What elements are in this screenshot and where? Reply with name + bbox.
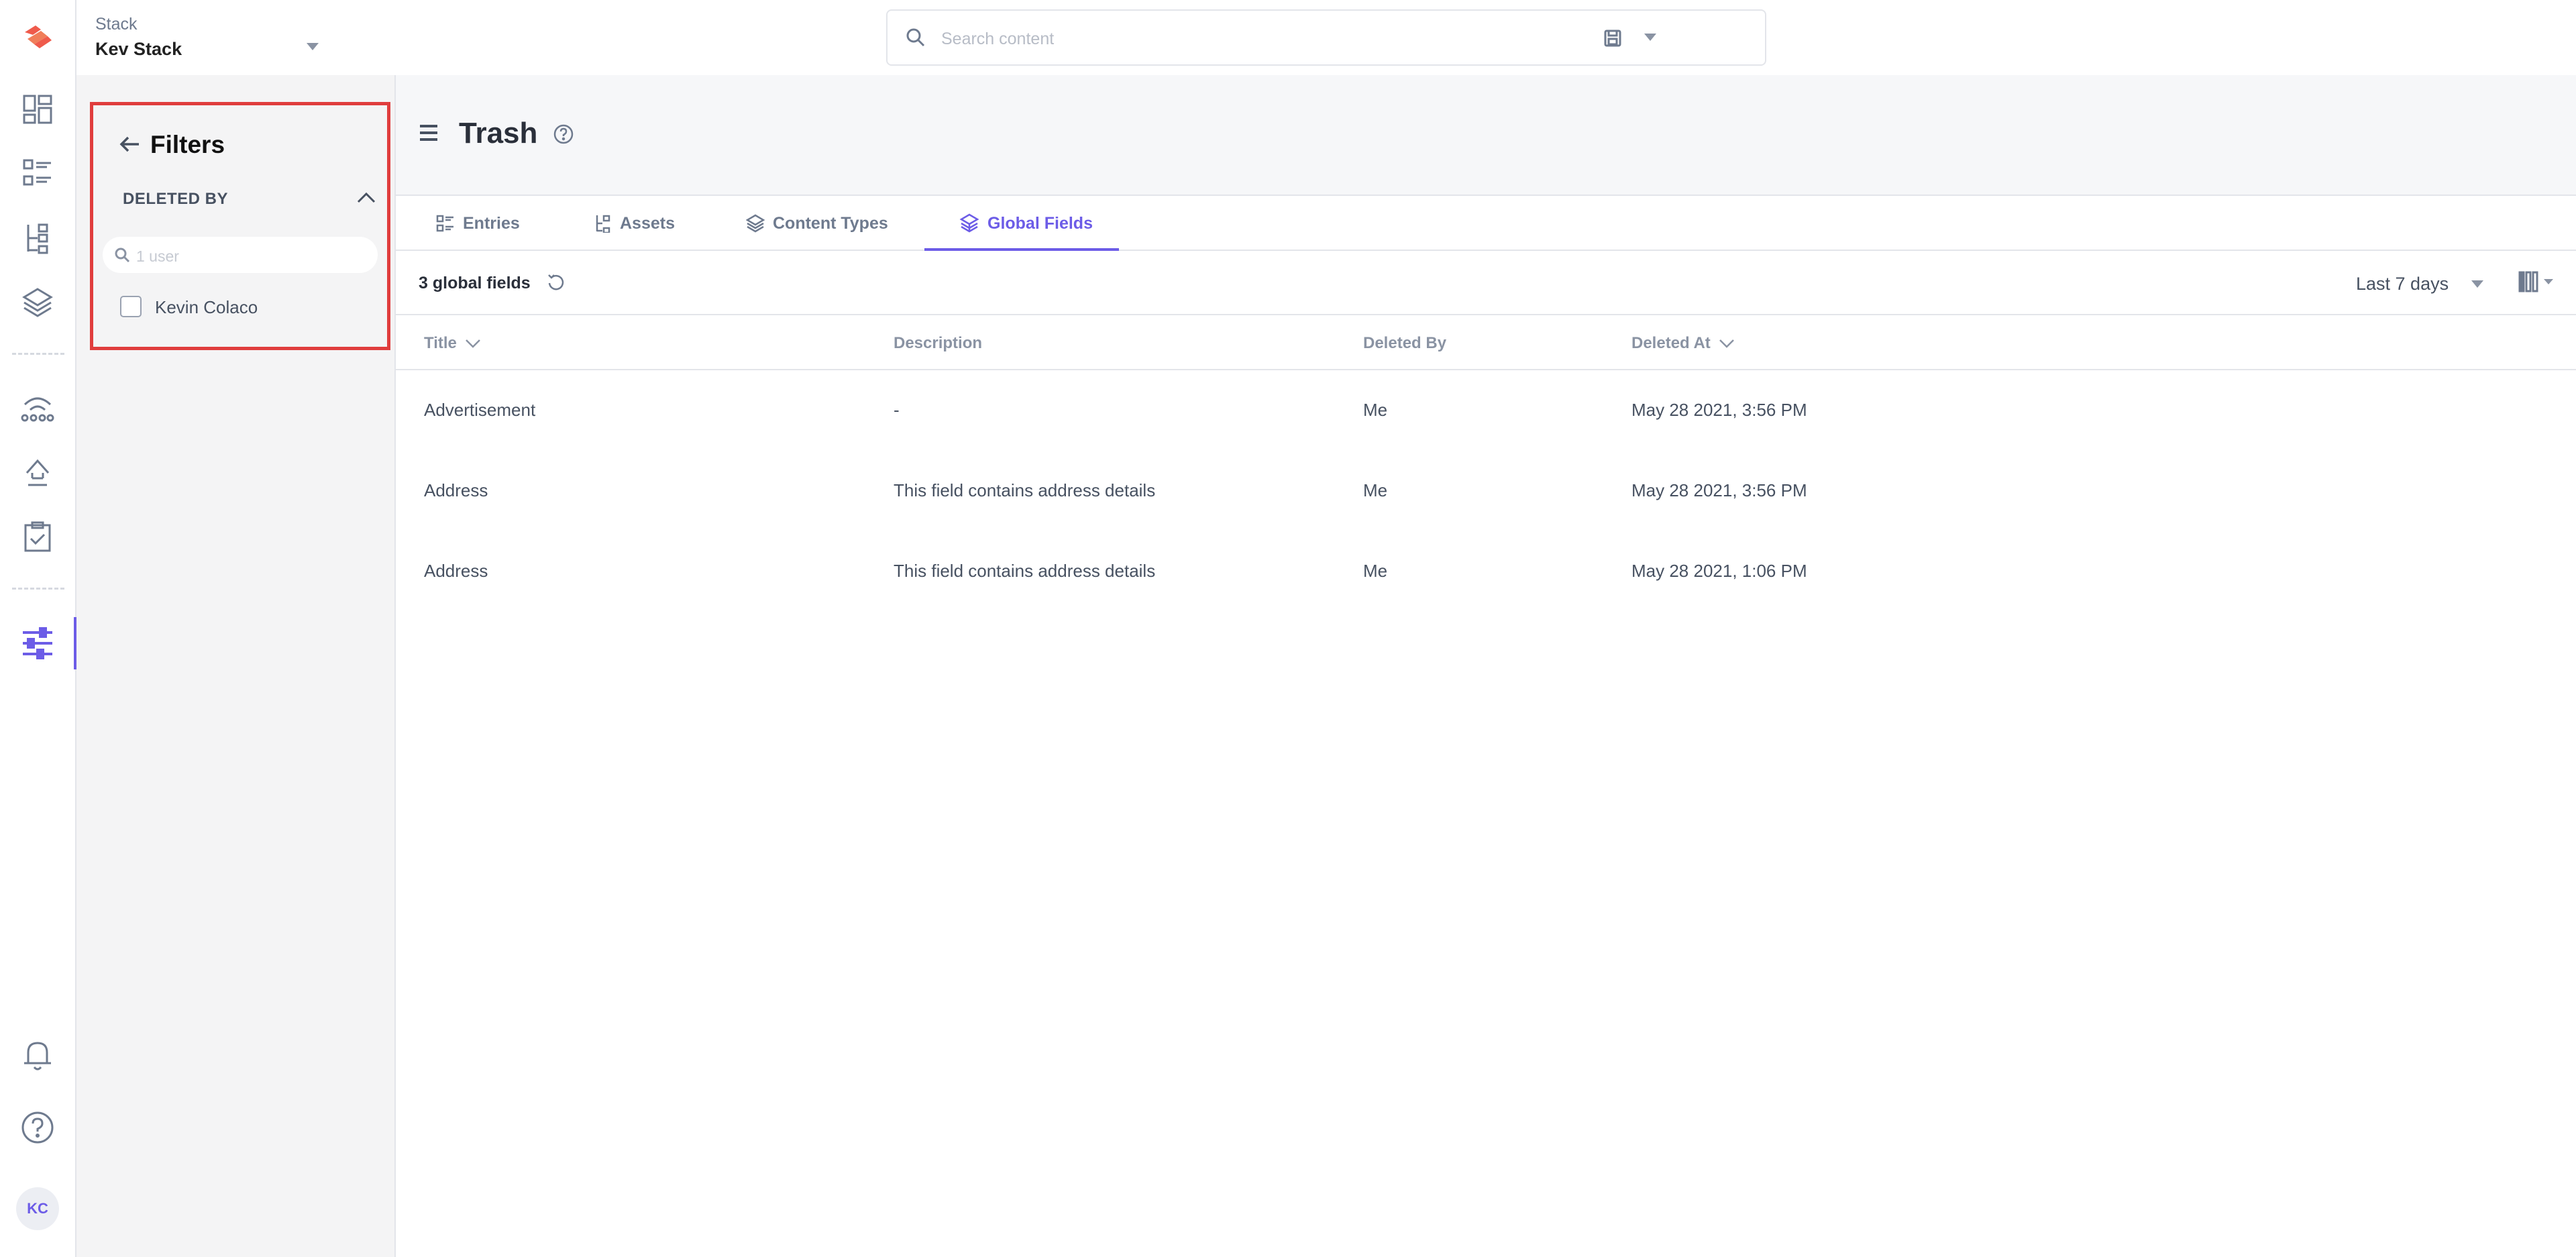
search-icon	[905, 27, 926, 48]
page-header: Trash	[396, 75, 2576, 195]
content-types-icon	[746, 214, 765, 233]
user-checkbox[interactable]	[120, 296, 142, 317]
column-settings-icon[interactable]	[2518, 271, 2556, 292]
user-checkbox-label[interactable]: Kevin Colaco	[155, 297, 258, 318]
tab-assets[interactable]: Assets	[593, 196, 675, 251]
cell-deleted-by: Me	[1363, 561, 1388, 581]
extensions-icon[interactable]	[18, 389, 57, 428]
table-row[interactable]: Address This field contains address deta…	[396, 531, 2576, 612]
deploy-arrow-icon[interactable]	[18, 453, 57, 492]
filter-section-heading: DELETED BY	[123, 190, 229, 208]
cell-description: This field contains address details	[894, 561, 1156, 581]
rail-divider	[12, 353, 64, 355]
tab-content-types[interactable]: Content Types	[746, 196, 888, 251]
cell-description: This field contains address details	[894, 480, 1156, 500]
rail-divider	[12, 588, 64, 590]
trash-tabs: Entries Assets Content Types Global Fiel…	[396, 195, 2576, 251]
table-row[interactable]: Address This field contains address deta…	[396, 451, 2576, 531]
tab-label: Entries	[463, 213, 520, 233]
page-title: Trash	[459, 117, 538, 150]
refresh-icon[interactable]	[546, 272, 566, 292]
left-rail: KC	[0, 0, 76, 1257]
filters-title: Filters	[150, 131, 225, 158]
tab-label: Global Fields	[987, 213, 1093, 233]
cell-title: Advertisement	[424, 400, 536, 420]
cell-deleted-by: Me	[1363, 480, 1388, 500]
contentstack-logo-icon[interactable]	[18, 17, 57, 56]
result-count: 3 global fields	[419, 274, 531, 292]
date-range-dropdown[interactable]: Last 7 days	[2356, 274, 2449, 294]
stack-layers-icon[interactable]	[18, 283, 57, 322]
table-row[interactable]: Advertisement - Me May 28 2021, 3:56 PM	[396, 370, 2576, 451]
cell-deleted-by: Me	[1363, 400, 1388, 420]
filters-panel: Filters DELETED BY 1 user Kevin Colaco	[76, 75, 396, 1257]
sort-chevron-icon[interactable]	[465, 339, 481, 348]
chevron-down-icon[interactable]	[2471, 280, 2483, 288]
stack-selector[interactable]: Kev Stack	[95, 39, 182, 60]
saved-search-icon[interactable]	[1603, 28, 1623, 48]
search-input[interactable]: Search content	[941, 30, 1054, 49]
assets-icon	[593, 214, 612, 233]
notifications-bell-icon[interactable]	[18, 1036, 57, 1075]
cell-title: Address	[424, 480, 488, 500]
tab-label: Assets	[620, 213, 675, 233]
chevron-down-icon[interactable]	[1644, 34, 1656, 42]
user-filter-search[interactable]: 1 user	[103, 237, 378, 273]
column-deleted-at[interactable]: Deleted At	[1631, 334, 1735, 353]
content-models-icon[interactable]	[18, 219, 57, 258]
table-header: Title Description Deleted By Deleted At	[396, 315, 2576, 370]
chevron-down-icon[interactable]	[307, 43, 319, 51]
cell-deleted-at: May 28 2021, 3:56 PM	[1631, 400, 1807, 420]
tasks-clipboard-icon[interactable]	[18, 518, 57, 557]
user-filter-input[interactable]: 1 user	[136, 248, 179, 266]
global-fields-icon	[959, 213, 979, 233]
search-icon	[113, 246, 131, 264]
chevron-up-icon[interactable]	[357, 191, 376, 203]
tab-entries[interactable]: Entries	[436, 196, 520, 251]
search-bar[interactable]: Search content	[886, 9, 1766, 66]
list-toolbar: 3 global fields Last 7 days	[396, 251, 2576, 315]
cell-deleted-at: May 28 2021, 3:56 PM	[1631, 480, 1807, 500]
tab-label: Content Types	[773, 213, 888, 233]
dashboard-icon[interactable]	[18, 90, 57, 129]
column-description: Description	[894, 334, 983, 352]
main-content: Trash Entries Assets Content Types Globa…	[396, 75, 2576, 1257]
entries-icon	[436, 214, 455, 233]
settings-sliders-icon[interactable]	[18, 624, 57, 663]
stack-label: Stack	[95, 15, 138, 34]
cell-deleted-at: May 28 2021, 1:06 PM	[1631, 561, 1807, 581]
help-circle-icon[interactable]	[18, 1108, 57, 1147]
tab-global-fields[interactable]: Global Fields	[959, 196, 1093, 251]
user-avatar[interactable]: KC	[16, 1187, 59, 1230]
column-deleted-by: Deleted By	[1363, 334, 1447, 352]
filters-highlight-box: Filters DELETED BY 1 user Kevin Colaco	[90, 102, 390, 350]
cell-description: -	[894, 400, 900, 420]
hamburger-menu-icon[interactable]	[419, 123, 439, 142]
back-arrow-icon[interactable]	[119, 135, 140, 154]
column-title[interactable]: Title	[424, 334, 481, 353]
sort-chevron-icon[interactable]	[1719, 339, 1735, 348]
top-bar: Stack Kev Stack Search content	[76, 0, 2576, 75]
cell-title: Address	[424, 561, 488, 581]
entries-list-icon[interactable]	[18, 154, 57, 193]
help-icon[interactable]	[553, 123, 574, 145]
